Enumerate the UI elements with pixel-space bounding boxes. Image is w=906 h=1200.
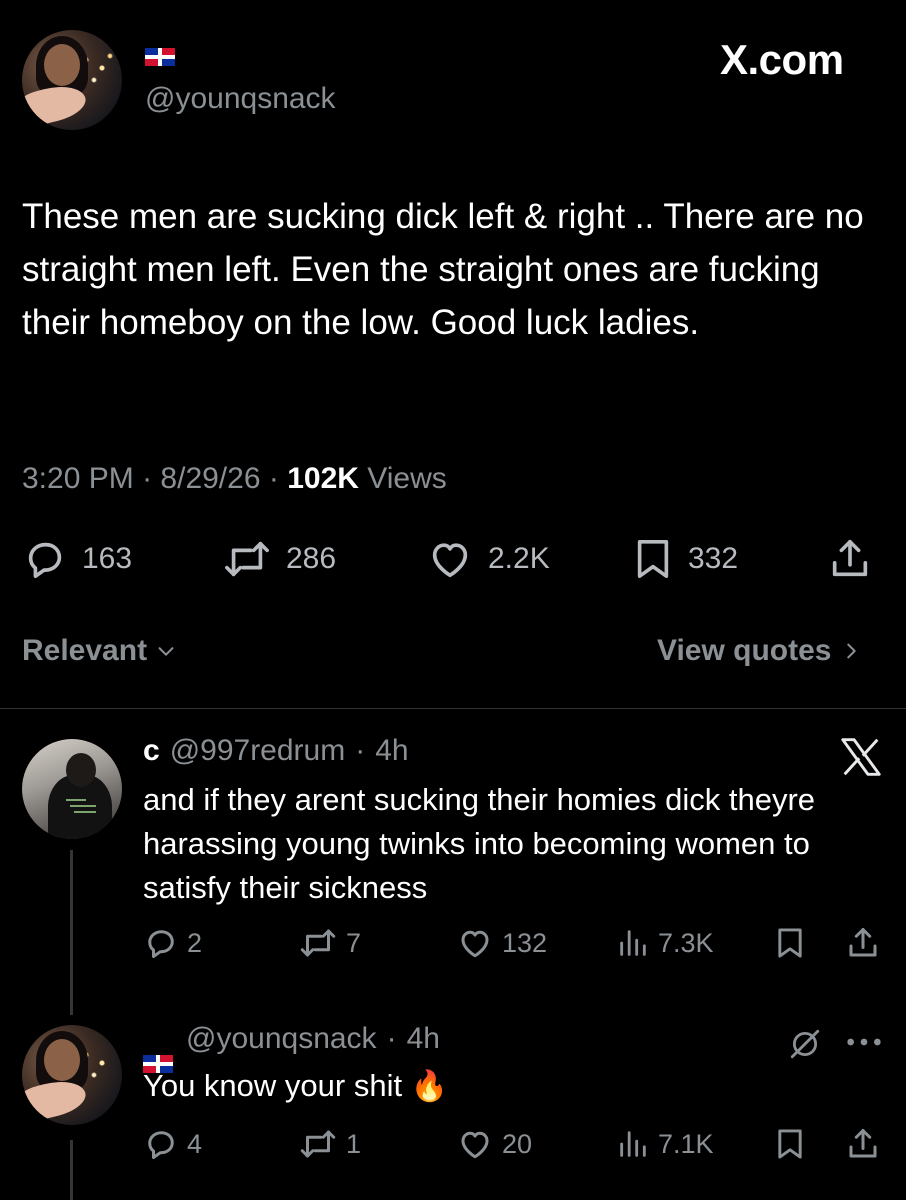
reply-author-handle[interactable]: @younqsnack	[186, 1022, 377, 1056]
share-button[interactable]	[845, 925, 881, 961]
bookmark-icon	[637, 540, 669, 578]
meta-separator: ·	[268, 462, 279, 495]
bookmark-button[interactable]	[774, 1126, 806, 1162]
sort-label: Relevant	[22, 634, 148, 667]
views-button[interactable]: 7.1K	[616, 1126, 714, 1162]
share-button[interactable]	[826, 536, 874, 582]
share-icon	[849, 928, 877, 957]
section-divider	[0, 708, 906, 709]
views-label: Views	[367, 462, 447, 495]
author-handle[interactable]: @younqsnack	[145, 82, 336, 116]
heart-icon	[461, 930, 489, 958]
chevron-right-icon	[846, 643, 856, 659]
author-avatar[interactable]	[22, 30, 122, 130]
bookmark-button[interactable]: 332	[632, 536, 738, 582]
dominican-republic-flag-icon	[145, 48, 175, 66]
repost-count: 7	[346, 927, 362, 958]
reply-avatar[interactable]	[22, 739, 122, 839]
repost-button[interactable]: 286	[222, 536, 336, 582]
like-button[interactable]: 20	[456, 1126, 532, 1162]
reply-header: c @997redrum · 4h	[143, 734, 409, 768]
reply-count: 4	[187, 1128, 203, 1159]
bookmark-button[interactable]	[774, 925, 806, 961]
like-count: 20	[502, 1128, 533, 1159]
heart-icon	[432, 543, 468, 578]
reply-header: @younqsnack · 4h	[186, 1022, 440, 1056]
views-count: 7.3K	[658, 927, 714, 958]
bookmark-count: 332	[688, 542, 739, 575]
share-button[interactable]	[845, 1126, 881, 1162]
like-count: 2.2K	[488, 542, 550, 575]
avatar-face	[44, 44, 80, 86]
avatar-face	[44, 1039, 80, 1081]
reply-button[interactable]: 2	[143, 925, 202, 961]
thread-line	[70, 850, 73, 1015]
views-count: 102K	[287, 462, 359, 495]
reply-button[interactable]: 4	[143, 1126, 202, 1162]
reply-time[interactable]: 4h	[375, 734, 408, 768]
views-icon	[620, 930, 646, 956]
reply-count: 163	[82, 542, 133, 575]
view-quotes-link[interactable]: View quotes	[657, 634, 862, 668]
like-button[interactable]: 2.2K	[426, 536, 550, 582]
reply-icon	[28, 542, 62, 579]
views-count: 7.1K	[658, 1128, 714, 1159]
repost-button[interactable]: 7	[298, 925, 361, 961]
x-logo-icon[interactable]	[838, 737, 884, 777]
meta-separator: ·	[355, 734, 366, 767]
share-icon	[832, 539, 868, 577]
views-icon	[620, 1131, 646, 1157]
reply-icon	[148, 930, 174, 958]
repost-count: 1	[346, 1128, 362, 1159]
avatar-head	[66, 753, 96, 787]
bookmark-icon	[778, 1129, 802, 1159]
reply-text: and if they arent sucking their homies d…	[143, 782, 816, 905]
views-button[interactable]: 7.3K	[616, 925, 714, 961]
repost-icon	[225, 541, 269, 577]
repost-count: 286	[286, 542, 337, 575]
more-icon[interactable]	[844, 1032, 884, 1052]
like-count: 132	[502, 927, 548, 958]
meta-separator: ·	[386, 1022, 397, 1055]
brand-watermark: X.com	[720, 36, 844, 83]
reply-text: You know your shit 🔥	[143, 1064, 863, 1109]
tweet-text: These men are sucking dick left & right …	[22, 197, 864, 342]
tweet-meta: 3:20 PM · 8/29/26 · 102K Views	[22, 462, 447, 496]
repost-button[interactable]: 1	[298, 1126, 361, 1162]
chevron-down-icon	[158, 647, 174, 656]
avatar-shirt-print	[66, 797, 100, 817]
reply-time[interactable]: 4h	[407, 1022, 440, 1056]
fire-emoji: 🔥	[410, 1070, 449, 1103]
repost-icon	[300, 1130, 336, 1158]
thread-line	[70, 1140, 73, 1200]
sort-relevant-dropdown[interactable]: Relevant	[22, 634, 177, 668]
repost-icon	[300, 929, 336, 957]
meta-separator: ·	[142, 462, 153, 495]
like-button[interactable]: 132	[456, 925, 547, 961]
heart-icon	[461, 1131, 489, 1159]
tweet-date[interactable]: 8/29/26	[160, 462, 260, 495]
bookmark-icon	[778, 928, 802, 958]
tweet-time[interactable]: 3:20 PM	[22, 462, 134, 495]
reply-author-handle[interactable]: @997redrum	[170, 734, 346, 768]
reply-text-body: You know your shit	[143, 1068, 403, 1103]
view-quotes-label: View quotes	[657, 634, 832, 667]
share-icon	[849, 1129, 877, 1158]
reply-icon	[148, 1131, 174, 1159]
reply-avatar[interactable]	[22, 1025, 122, 1125]
reply-button[interactable]: 163	[22, 536, 132, 582]
grok-icon[interactable]	[786, 1027, 824, 1061]
reply-author-name[interactable]: c	[143, 734, 160, 768]
reply-count: 2	[187, 927, 203, 958]
